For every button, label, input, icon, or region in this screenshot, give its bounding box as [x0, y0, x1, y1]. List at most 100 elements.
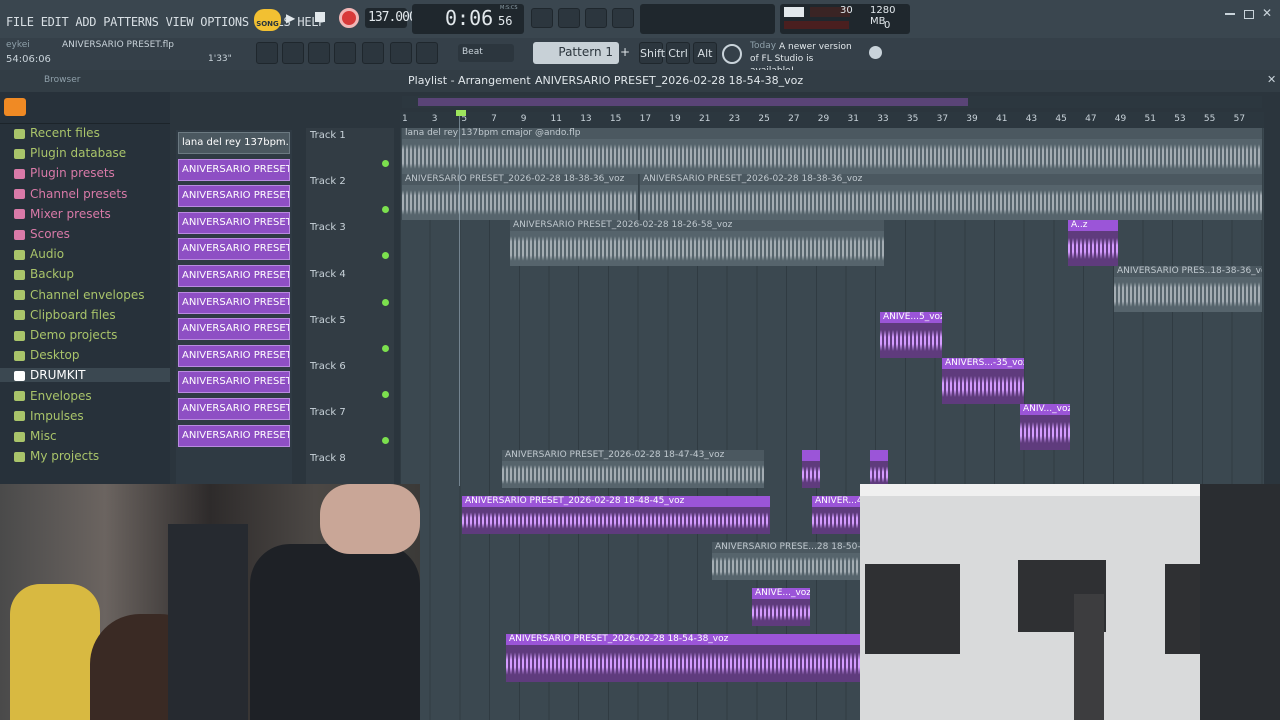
- audio-clip[interactable]: ANIVE..._voz: [752, 588, 810, 626]
- audio-clip[interactable]: ANIVERSARIO PRES..18-38-36_voz: [1114, 266, 1262, 312]
- browser-all-icon[interactable]: [4, 98, 26, 116]
- audio-clip[interactable]: [802, 450, 820, 488]
- picker-clip[interactable]: ANIVERSARIO PRESET_202...: [178, 238, 290, 261]
- browser-item[interactable]: Backup: [14, 267, 74, 281]
- maximize-icon[interactable]: [1244, 10, 1254, 19]
- track-mute-led[interactable]: [382, 298, 389, 306]
- playlist-close-icon[interactable]: ✕: [1267, 73, 1276, 86]
- track-label[interactable]: Track 3: [310, 222, 346, 233]
- plugin-picker-icon[interactable]: [362, 42, 384, 64]
- picker-clip[interactable]: ANIVERSARIO PRESET_202...: [178, 185, 290, 208]
- audio-clip[interactable]: ANIVERSARIO PRESET_2026-02-28 18-54-38_v…: [506, 634, 860, 682]
- pattern-select[interactable]: Pattern 1: [533, 42, 619, 64]
- track-mute-led[interactable]: [382, 391, 389, 398]
- track-mute-led[interactable]: [382, 344, 389, 352]
- menu-options[interactable]: OPTIONS: [200, 15, 249, 29]
- piano-roll-icon[interactable]: [308, 42, 330, 64]
- browser-item[interactable]: My projects: [14, 449, 99, 463]
- shift-key[interactable]: Shift: [639, 42, 665, 64]
- minimize-icon[interactable]: [1225, 13, 1235, 15]
- track-label[interactable]: Track 1: [310, 130, 346, 141]
- tempo-display[interactable]: 137.000: [365, 8, 417, 28]
- ctrl-key[interactable]: Ctrl: [666, 42, 690, 64]
- picker-clip[interactable]: ANIVERSARIO PRESET_202...: [178, 424, 290, 447]
- track-mute-led[interactable]: [382, 206, 389, 214]
- song-mode-toggle[interactable]: SONG: [254, 9, 281, 31]
- menu-edit[interactable]: EDIT: [41, 15, 69, 29]
- playhead-marker[interactable]: [456, 110, 466, 116]
- picker-clip[interactable]: ANIVERSARIO PRESET_202...: [178, 318, 290, 341]
- track-mute-led[interactable]: [382, 160, 389, 167]
- audio-clip[interactable]: ANIV..._voz: [1020, 404, 1070, 450]
- close-icon[interactable]: ✕: [1262, 6, 1272, 20]
- menu-add[interactable]: ADD: [75, 15, 96, 29]
- audio-clip[interactable]: ANIVER...4: [812, 496, 860, 534]
- countdown-icon[interactable]: [558, 8, 580, 28]
- audio-clip[interactable]: ANIVERS...-35_voz: [942, 358, 1024, 404]
- channel-rack-icon[interactable]: [282, 42, 304, 64]
- track-mute-led[interactable]: [382, 437, 389, 445]
- browser-item[interactable]: DRUMKIT: [0, 368, 170, 383]
- browser-item[interactable]: Desktop: [14, 348, 80, 362]
- browser-item[interactable]: Impulses: [14, 409, 84, 423]
- track-label[interactable]: Track 7: [310, 407, 346, 418]
- track-label[interactable]: Track 4: [310, 269, 346, 280]
- menu-file[interactable]: FILE: [6, 15, 34, 29]
- microphone-icon[interactable]: [416, 42, 438, 64]
- play-icon[interactable]: ▶: [286, 11, 295, 25]
- browser-item[interactable]: Plugin presets: [14, 166, 115, 180]
- loop-record-icon[interactable]: [585, 8, 607, 28]
- audio-clip[interactable]: [870, 450, 888, 488]
- browser-item[interactable]: Scores: [14, 227, 70, 241]
- playlist-icon[interactable]: [256, 42, 278, 64]
- browser-item[interactable]: Clipboard files: [14, 308, 116, 322]
- picker-clip[interactable]: lana del rey 137bpm...: [178, 132, 290, 154]
- browser-item[interactable]: Channel presets: [14, 187, 127, 201]
- typing-keyboard-icon[interactable]: [531, 8, 553, 28]
- arrow-icon[interactable]: [390, 42, 412, 64]
- timeline-ruler[interactable]: 1 3 5 7 9 11 13 15 17 19 21 23 25 27 29 31 33 35 37 39 41 43 4…: [400, 112, 1264, 128]
- browser-item[interactable]: Mixer presets: [14, 207, 111, 221]
- menu-view[interactable]: VIEW: [166, 15, 194, 29]
- browser-item[interactable]: Audio: [14, 247, 64, 261]
- picker-clip[interactable]: ANIVERSARIO PRESET_202...: [178, 158, 290, 181]
- browser-item[interactable]: Envelopes: [14, 389, 92, 403]
- browser-item[interactable]: Misc: [14, 429, 57, 443]
- picker-clip[interactable]: ANIVERSARIO PRESET_202...: [178, 398, 290, 420]
- add-pattern-button[interactable]: +: [620, 42, 632, 64]
- audio-clip[interactable]: ANIVE...5_voz: [880, 312, 942, 358]
- news-icon[interactable]: [722, 44, 742, 64]
- audio-clip[interactable]: lana del rey 137bpm cmajor @ando.flp: [402, 128, 1262, 174]
- audio-clip[interactable]: ANIVERSARIO PRESET_2026-02-28 18-26-58_v…: [510, 220, 884, 266]
- audio-clip[interactable]: ANIVERSARIO PRESET_2026-02-28 18-48-45_v…: [462, 496, 770, 534]
- playlist-breadcrumb[interactable]: ANIVERSARIO PRESET_2026-02-28 18-54-38_v…: [535, 74, 803, 87]
- audio-clip[interactable]: A..z: [1068, 220, 1118, 266]
- track-label[interactable]: Track 2: [310, 176, 346, 187]
- track-label[interactable]: Track 6: [310, 361, 346, 372]
- stop-icon[interactable]: [315, 12, 325, 22]
- track-label[interactable]: Track 5: [310, 315, 346, 326]
- audio-clip[interactable]: ANIVERSARIO PRESE...28 18-50-55_v: [712, 542, 860, 580]
- record-icon[interactable]: [339, 8, 359, 28]
- menu-patterns[interactable]: PATTERNS: [103, 15, 159, 29]
- picker-clip[interactable]: ANIVERSARIO PRESET_202...: [178, 371, 290, 394]
- picker-clip[interactable]: ANIVERSARIO PRESET_202...: [178, 291, 290, 314]
- audio-clip[interactable]: ANIVERSARIO PRESET_2026-02-28 18-38-36_v…: [402, 174, 638, 220]
- browser-item[interactable]: Demo projects: [14, 328, 117, 342]
- picker-clip[interactable]: ANIVERSARIO PRESET_202...: [178, 211, 290, 234]
- picker-clip[interactable]: ANIVERSARIO PRESET_202...: [178, 265, 290, 287]
- horizontal-scrollbar[interactable]: [402, 96, 1262, 108]
- browser-item[interactable]: Channel envelopes: [14, 288, 144, 302]
- browser-item[interactable]: Recent files: [14, 126, 100, 140]
- alt-key[interactable]: Alt: [693, 42, 717, 64]
- audio-clip[interactable]: ANIVERSARIO PRESET_2026-02-28 18-38-36_v…: [640, 174, 1262, 220]
- snap-select[interactable]: Beat: [458, 44, 514, 62]
- audio-clip[interactable]: ANIVERSARIO PRESET_2026-02-28 18-47-43_v…: [502, 450, 764, 488]
- track-mute-led[interactable]: [382, 252, 389, 260]
- globe-icon[interactable]: [869, 46, 882, 59]
- metronome-icon[interactable]: [612, 8, 634, 28]
- picker-clip[interactable]: ANIVERSARIO PRESET_202...: [178, 344, 290, 367]
- browser-item[interactable]: Plugin database: [14, 146, 126, 160]
- track-label[interactable]: Track 8: [310, 453, 346, 464]
- mixer-icon[interactable]: [334, 42, 356, 64]
